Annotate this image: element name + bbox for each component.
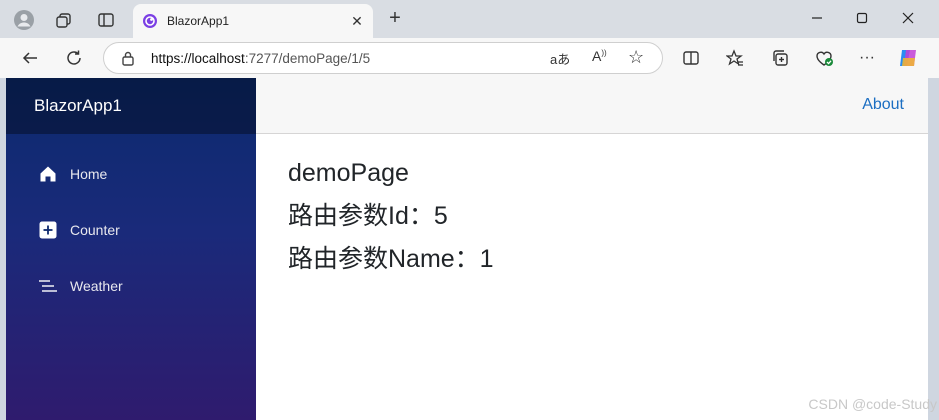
workspaces-icon[interactable] — [53, 9, 75, 31]
active-tab[interactable]: BlazorApp1 ✕ — [133, 4, 373, 38]
sidebar-item-label: Counter — [70, 222, 120, 238]
url-path: :7277/demoPage/1/5 — [244, 51, 371, 66]
page-content: demoPage 路由参数Id：5 路由参数Name：1 — [288, 152, 494, 281]
blazor-app: BlazorApp1 Home Counter Weather About de… — [6, 78, 928, 420]
profile-icon[interactable] — [13, 9, 35, 31]
brand-row: BlazorApp1 — [6, 78, 256, 134]
sidebar-item-home[interactable]: Home — [6, 152, 256, 196]
read-aloud-icon[interactable]: aあ — [550, 49, 570, 68]
browser-essentials-icon[interactable] — [812, 47, 836, 69]
home-icon — [38, 164, 58, 184]
top-row: About — [256, 78, 928, 134]
translate-icon[interactable]: A)) — [592, 48, 607, 64]
new-tab-icon[interactable]: + — [384, 8, 406, 30]
sidebar-item-label: Home — [70, 166, 108, 182]
browser-tab-bar: BlazorApp1 ✕ + — [0, 0, 939, 38]
browser-toolbar: https://localhost:7277/demoPage/1/5 aあ A… — [0, 38, 939, 78]
maximize-icon[interactable] — [847, 6, 877, 30]
address-bar[interactable]: https://localhost:7277/demoPage/1/5 aあ A… — [103, 42, 663, 74]
tab-actions-icon[interactable] — [95, 9, 117, 31]
close-tab-icon[interactable]: ✕ — [347, 11, 367, 31]
list-icon — [38, 276, 58, 296]
sidebar-item-counter[interactable]: Counter — [6, 208, 256, 252]
sidebar-item-label: Weather — [70, 278, 123, 294]
lock-icon[interactable] — [121, 50, 135, 71]
plus-square-icon — [38, 220, 58, 240]
url-host: https://localhost — [151, 51, 245, 66]
back-icon[interactable] — [18, 47, 42, 69]
more-icon[interactable]: ··· — [855, 47, 879, 69]
minimize-icon[interactable] — [802, 6, 832, 30]
favorites-icon[interactable] — [723, 47, 747, 69]
route-param-name: 路由参数Name：1 — [288, 245, 494, 273]
watermark: CSDN @code-Study — [808, 396, 937, 412]
page-title: demoPage — [288, 159, 409, 187]
tab-favicon — [142, 13, 158, 34]
split-screen-icon[interactable] — [679, 47, 703, 69]
collections-icon[interactable] — [768, 47, 792, 69]
about-link[interactable]: About — [862, 96, 904, 114]
url-text: https://localhost:7277/demoPage/1/5 — [151, 51, 370, 66]
refresh-icon[interactable] — [62, 47, 86, 69]
sidebar: BlazorApp1 Home Counter Weather — [6, 78, 256, 420]
tab-title: BlazorApp1 — [167, 14, 230, 28]
close-window-icon[interactable] — [893, 6, 923, 30]
sidebar-item-weather[interactable]: Weather — [6, 264, 256, 308]
route-param-id: 路由参数Id：5 — [288, 202, 448, 230]
app-brand[interactable]: BlazorApp1 — [34, 96, 122, 116]
favorite-star-icon[interactable]: ☆ — [628, 47, 644, 68]
copilot-icon[interactable] — [896, 47, 920, 69]
